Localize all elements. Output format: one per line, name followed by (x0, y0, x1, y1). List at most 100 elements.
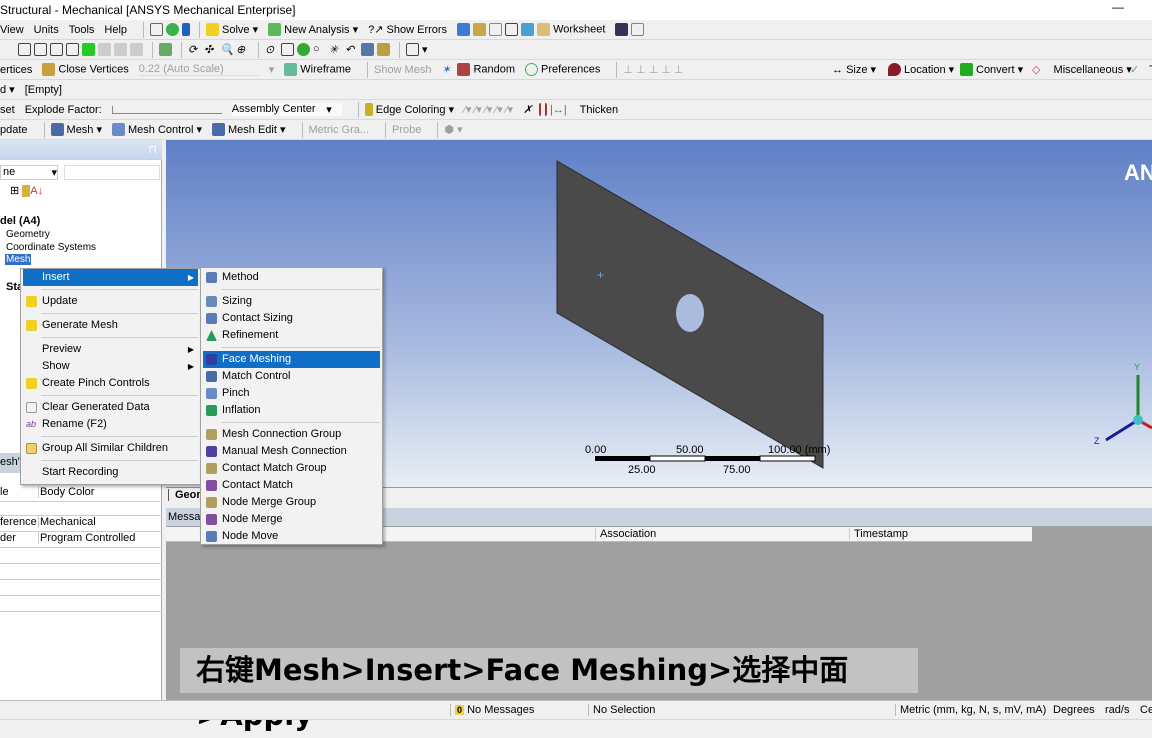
preferences-button[interactable]: Preferences (525, 63, 600, 76)
tree-item-coordinate-systems[interactable]: Coordinate Systems (6, 242, 96, 253)
messages-status[interactable]: 0 No Messages (450, 704, 534, 716)
menu-view[interactable]: View (0, 24, 24, 36)
menu-item-generate-mesh[interactable]: Generate Mesh (23, 317, 198, 334)
vertex-select-icon[interactable] (34, 43, 47, 56)
menu-item-insert[interactable]: Insert ▶ (23, 269, 198, 286)
menu-item-rename[interactable]: ab Rename (F2) (23, 416, 198, 433)
submenu-item-pinch[interactable]: Pinch (203, 385, 380, 402)
tools-button[interactable]: ✓T (1130, 63, 1152, 76)
tree-item-model[interactable]: del (A4) (0, 215, 40, 227)
menu-item-update[interactable]: Update (23, 293, 198, 310)
pin-icon[interactable]: ✗ (523, 103, 536, 116)
chart-icon[interactable] (473, 23, 487, 36)
text-icon[interactable] (505, 23, 519, 36)
submenu-item-refinement[interactable]: Refinement (203, 327, 380, 344)
doc-icon[interactable] (489, 23, 503, 36)
menu-item-preview[interactable]: Preview ▶ (23, 341, 198, 358)
submenu-item-node-merge-group[interactable]: Node Merge Group (203, 494, 380, 511)
mesh-control-menu[interactable]: Mesh Control ▾ (112, 123, 202, 137)
menu-help[interactable]: Help (104, 24, 127, 36)
print-icon[interactable] (377, 43, 390, 56)
submenu-item-contact-sizing[interactable]: Contact Sizing (203, 310, 380, 327)
edge-coloring-button[interactable]: Edge Coloring ▾ (364, 103, 454, 117)
tree-item-geometry[interactable]: Geometry (6, 229, 50, 240)
iso-icon[interactable]: ✳ (329, 43, 342, 56)
vertices-button[interactable]: ertices (0, 64, 32, 76)
node-select-icon[interactable] (98, 43, 111, 56)
submenu-item-node-move[interactable]: Node Move (203, 528, 380, 545)
solve-button[interactable]: Solve ▾ (206, 23, 258, 37)
menu-item-group-all-similar-children[interactable]: Group All Similar Children (23, 440, 198, 457)
reset-button[interactable]: set (0, 104, 15, 116)
mesh-menu[interactable]: Mesh ▾ (50, 123, 102, 137)
convert-button[interactable]: Convert ▾ (960, 63, 1023, 77)
temperature-unit[interactable]: Ce (1140, 704, 1152, 716)
submenu-item-method[interactable]: Method (203, 269, 380, 286)
pin-panel-icon[interactable]: ⊓ (148, 143, 157, 156)
unit-system[interactable]: Metric (mm, kg, N, s, mV, mA) (895, 704, 1046, 716)
worksheet-button[interactable]: Worksheet (537, 23, 605, 36)
close-vertices-button[interactable]: Close Vertices (42, 63, 129, 76)
report-icon[interactable] (457, 23, 471, 36)
image-icon[interactable] (521, 23, 535, 36)
edge-display-icons[interactable]: ⁄▾ ⁄▾ ⁄▾ ⁄▾ ⁄▾ (464, 103, 513, 116)
tag-icon[interactable] (631, 23, 645, 36)
menu-item-create-pinch-controls[interactable]: Create Pinch Controls (23, 375, 198, 392)
menu-item-clear-generated-data[interactable]: Clear Generated Data (23, 399, 198, 416)
submenu-item-mesh-connection-group[interactable]: Mesh Connection Group (203, 426, 380, 443)
update-button[interactable]: pdate (0, 124, 28, 136)
submenu-item-match-control[interactable]: Match Control (203, 368, 380, 385)
assembly-center-dropdown[interactable]: Assembly Center ▾ (231, 103, 342, 116)
toggle-icon[interactable] (182, 23, 191, 36)
box-zoom-icon[interactable]: ⊙ (265, 43, 278, 56)
location-button[interactable]: Location ▾ (888, 63, 954, 77)
zoom-in-icon[interactable]: ⊕ (236, 43, 249, 56)
explode-slider[interactable] (111, 105, 222, 114)
submenu-item-manual-mesh-connection[interactable]: Manual Mesh Connection (203, 443, 380, 460)
element-select-icon[interactable] (130, 43, 143, 56)
submenu-item-face-meshing[interactable]: Face Meshing (203, 351, 380, 368)
column-timestamp[interactable]: Timestamp (849, 528, 908, 540)
menu-units[interactable]: Units (34, 24, 59, 36)
menu-item-show[interactable]: Show ▶ (23, 358, 198, 375)
mesh-edit-menu[interactable]: Mesh Edit ▾ (212, 123, 286, 137)
viewport-icon[interactable] (406, 43, 419, 56)
outline-filter-dropdown[interactable]: ne ▾ (0, 165, 58, 180)
extend-icon[interactable] (159, 43, 172, 56)
zoom-fit-icon[interactable] (281, 43, 294, 56)
zoom-icon[interactable]: 🔍 (220, 43, 234, 56)
miscellaneous-button[interactable]: ◇ Miscellaneous ▾ (1032, 63, 1132, 76)
element-face-icon[interactable] (114, 43, 127, 56)
magnify-icon[interactable]: ○ (313, 43, 326, 56)
face-select-icon[interactable] (66, 43, 79, 56)
info-cursor-icon[interactable] (615, 23, 629, 36)
submenu-item-node-merge[interactable]: Node Merge (203, 511, 380, 528)
angle-unit[interactable]: Degrees (1053, 704, 1095, 716)
selection-dropdown[interactable]: d ▾ (0, 83, 15, 96)
minimize-button[interactable]: — (1112, 0, 1124, 14)
menu-item-start-recording[interactable]: Start Recording (23, 464, 198, 481)
tree-item-mesh[interactable]: Mesh (5, 254, 32, 265)
zoom-to-fit-icon[interactable] (297, 43, 310, 56)
new-analysis-button[interactable]: New Analysis ▾ (268, 23, 358, 37)
size-button[interactable]: ↔ Size ▾ (832, 63, 876, 76)
hex-icon[interactable]: ⬢ ▾ (444, 123, 462, 136)
rotate-icon[interactable]: ⟳ (188, 43, 201, 56)
metric-graph-button[interactable]: Metric Gra... (309, 124, 370, 136)
scale-dropdown[interactable]: 0.22 (Auto Scale) (138, 63, 259, 76)
submenu-item-contact-match[interactable]: Contact Match (203, 477, 380, 494)
triad-icons[interactable]: ⊥ ⊥ ⊥ ⊥ ⊥ (623, 63, 683, 76)
console-icon[interactable] (150, 23, 164, 36)
cursor-select-icon[interactable] (18, 43, 31, 56)
submenu-item-contact-match-group[interactable]: Contact Match Group (203, 460, 380, 477)
menu-tools[interactable]: Tools (69, 24, 95, 36)
pan-icon[interactable]: ✣ (204, 43, 217, 56)
body-select-icon[interactable] (82, 43, 95, 56)
random-button[interactable]: Random (457, 63, 515, 76)
next-view-icon[interactable] (361, 43, 374, 56)
submenu-item-inflation[interactable]: Inflation (203, 402, 380, 419)
edge-select-icon[interactable] (50, 43, 63, 56)
sort-icon[interactable]: A↓ (30, 185, 43, 197)
shell-icon[interactable] (539, 103, 548, 116)
wireframe-button[interactable]: Wireframe (284, 63, 351, 76)
